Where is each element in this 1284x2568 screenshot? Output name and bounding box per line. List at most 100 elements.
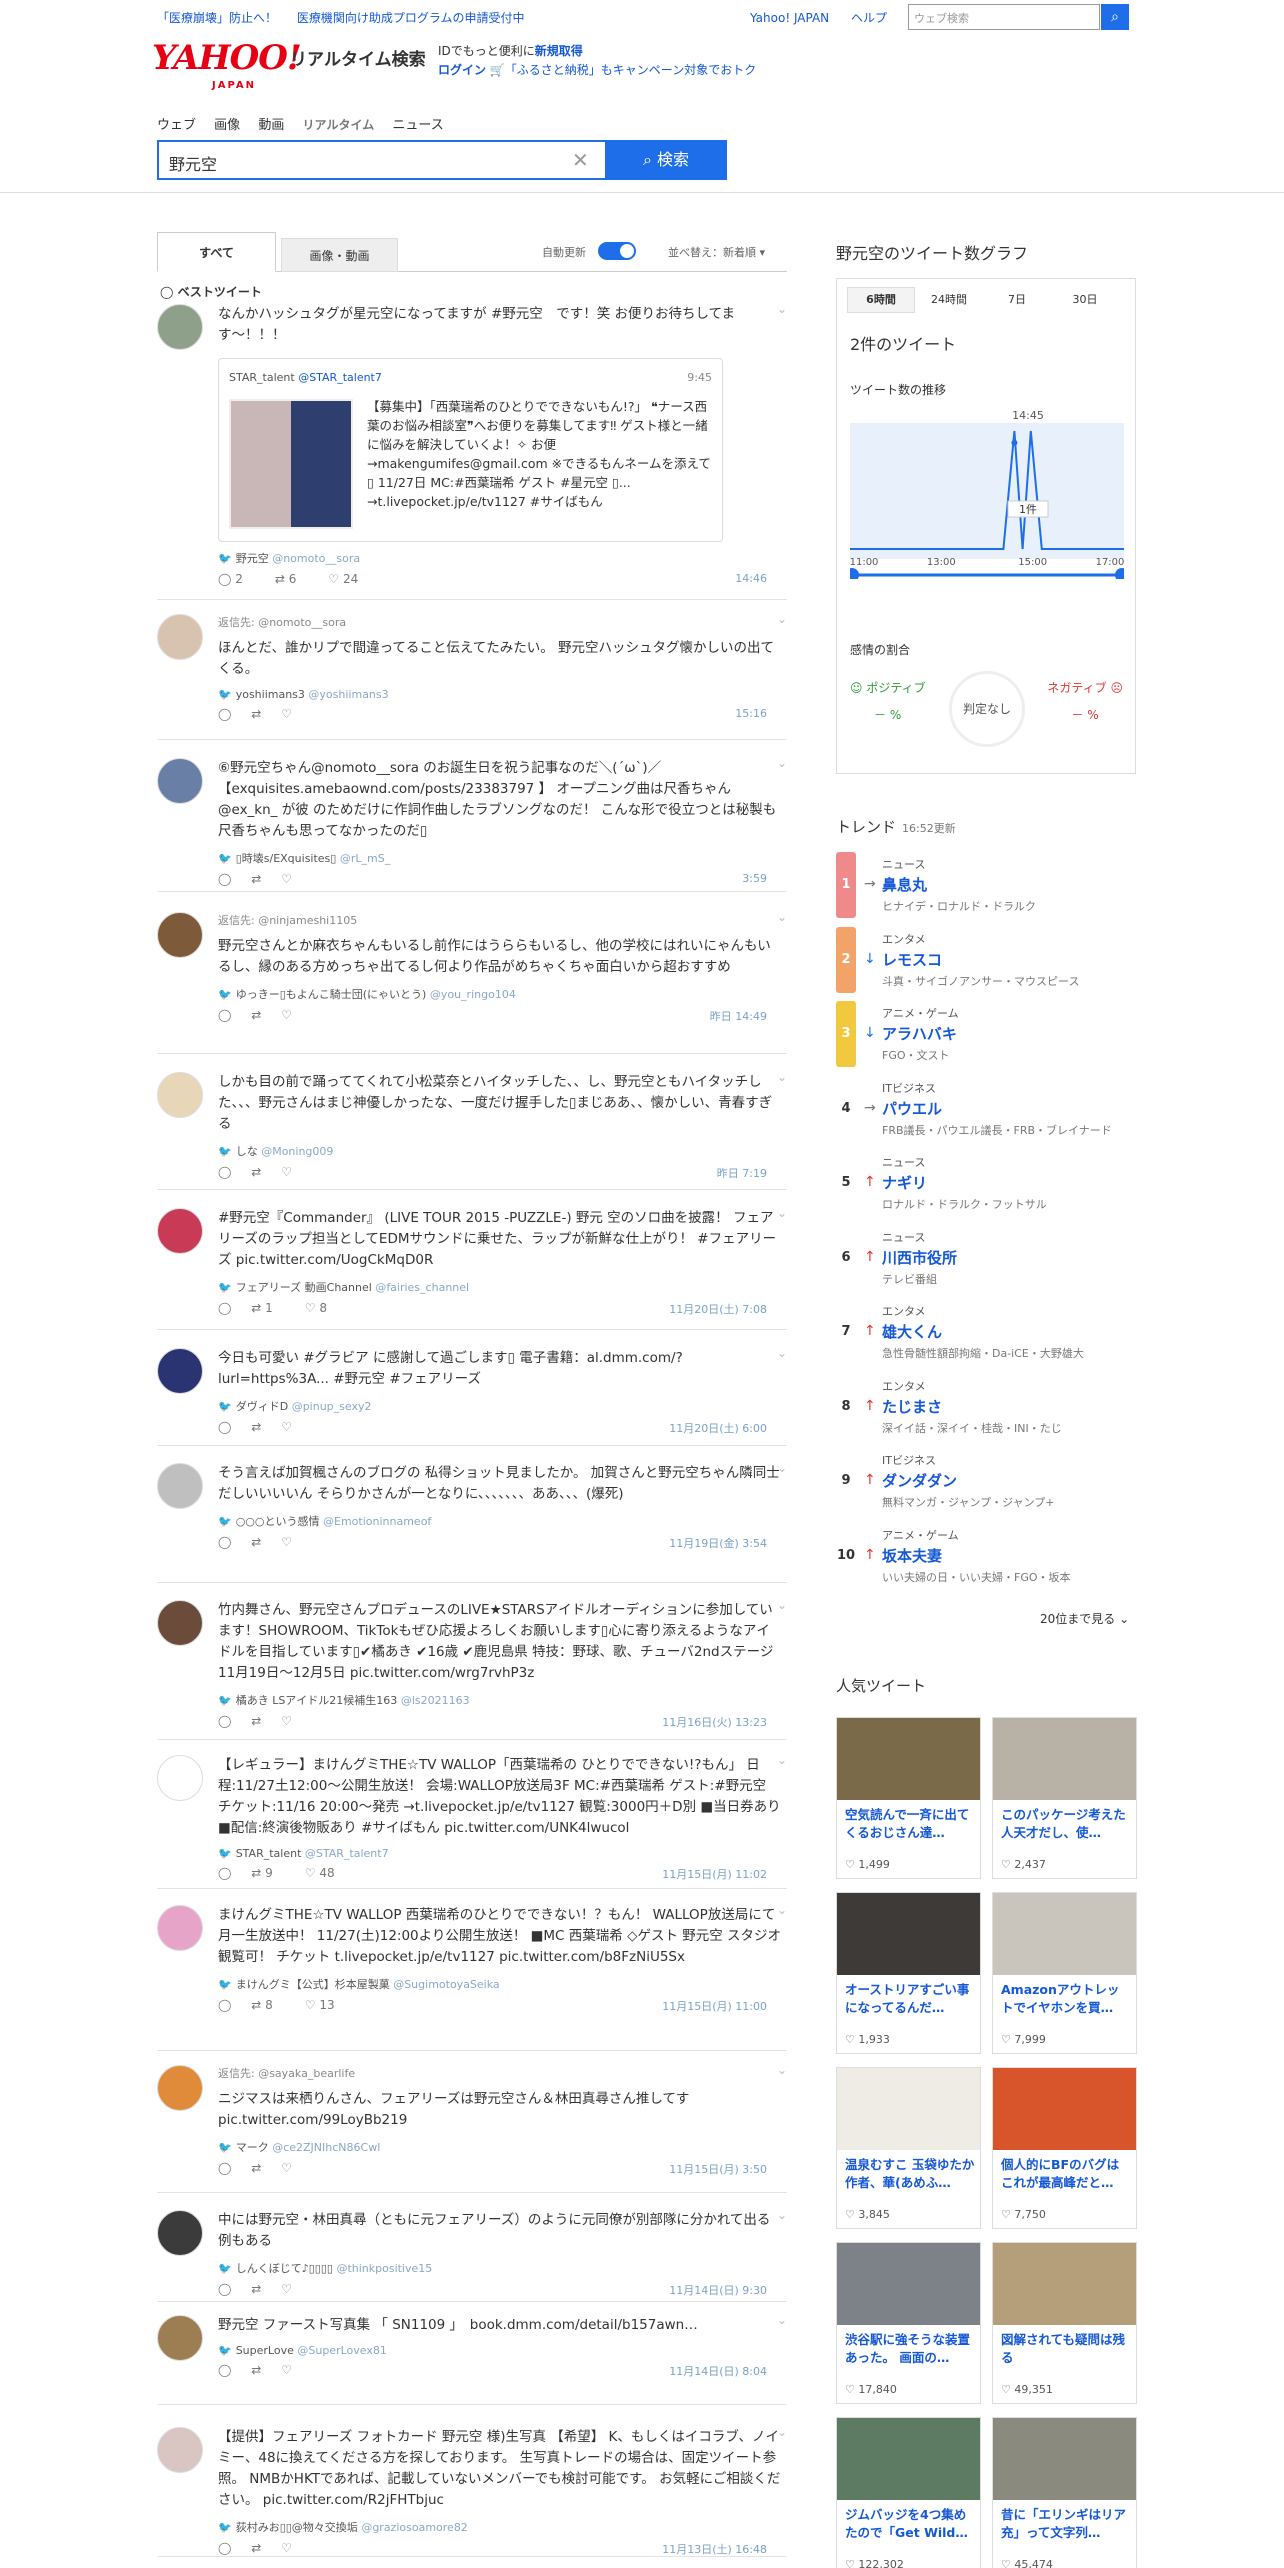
user-handle[interactable]: @ls2021163 [401, 1694, 470, 1707]
register-link[interactable]: 新規取得 [535, 44, 583, 58]
reply-icon[interactable]: ◯ [218, 872, 235, 886]
tweet-time[interactable]: 15:16 [735, 707, 767, 720]
chevron-down-icon[interactable]: ⌄ [777, 1598, 787, 1612]
retweet-icon[interactable]: ⇄ 9 [251, 1866, 289, 1880]
user-handle[interactable]: @thinkpositive15 [336, 2262, 432, 2275]
user-handle[interactable]: @SuperLovex81 [297, 2344, 386, 2357]
like-icon[interactable]: ♡ 24 [328, 572, 374, 586]
popular-card[interactable]: 個人的にBFのバグはこれが最高峰だと… ♡ 7,750 [992, 2067, 1137, 2229]
like-icon[interactable]: ♡ [281, 707, 292, 721]
login-link[interactable]: ログイン [438, 63, 486, 77]
avatar[interactable] [157, 2065, 203, 2111]
user-handle[interactable]: @graziosoamore82 [361, 2521, 468, 2534]
like-icon[interactable]: ♡ [281, 2363, 292, 2377]
chevron-down-icon[interactable]: ⌄ [777, 2313, 787, 2327]
trend-keyword[interactable]: ナギリ [882, 1172, 927, 1193]
trend-item[interactable]: 4 ITビジネス → パウエル FRB議長・パウエル議長・FRB・ブレイナード [836, 1076, 1136, 1150]
retweet-icon[interactable]: ⇄ 1 [251, 1301, 289, 1315]
popular-card[interactable]: ジムバッジを4つ集めたので「Get Wild… ♡ 122,302 [836, 2417, 981, 2568]
reply-icon[interactable]: ◯ [218, 2161, 235, 2175]
more-trends-link[interactable]: 20位まで見る ⌄ [1040, 1610, 1129, 1627]
popular-card[interactable]: Amazonアウトレットでイヤホンを買… ♡ 7,999 [992, 1892, 1137, 2054]
yahoo-logo[interactable]: YAHOO! JAPAN [152, 40, 302, 104]
trend-keyword[interactable]: アラハバキ [882, 1023, 957, 1044]
chevron-down-icon[interactable]: ⌄ [777, 1206, 787, 1220]
tab-30d[interactable]: 30日 [1051, 288, 1119, 312]
tab-media[interactable]: 画像・動画 [281, 238, 398, 272]
chevron-down-icon[interactable]: ⌄ [777, 1346, 787, 1360]
nav-image[interactable]: 画像 [214, 118, 240, 133]
popular-text[interactable]: 渋谷駅に強そうな装置あった。 画面の… [845, 2331, 975, 2367]
user-handle[interactable]: @STAR_talent7 [305, 1847, 389, 1860]
trend-keyword[interactable]: 川西市役所 [882, 1247, 957, 1268]
trend-item[interactable]: 3 アニメ・ゲーム ↓ アラハバキ FGO・文スト [836, 1001, 1136, 1075]
avatar[interactable] [157, 912, 203, 958]
trend-keyword[interactable]: 雄大くん [882, 1321, 942, 1342]
yahoo-japan-link[interactable]: Yahoo! JAPAN [750, 11, 829, 25]
reply-icon[interactable]: ◯ [218, 1714, 235, 1728]
avatar[interactable] [157, 2210, 203, 2256]
retweet-icon[interactable]: ⇄ [251, 2541, 265, 2555]
popular-card[interactable]: 渋谷駅に強そうな装置あった。 画面の… ♡ 17,840 [836, 2242, 981, 2404]
like-icon[interactable]: ♡ [281, 1714, 292, 1728]
user-handle[interactable]: @nomoto__sora [272, 552, 360, 565]
retweet-icon[interactable]: ⇄ [251, 1714, 265, 1728]
tweet-time[interactable]: 11月16日(火) 13:23 [662, 1714, 767, 1730]
user-name[interactable]: ○○○という感情 [236, 1515, 320, 1528]
popular-text[interactable]: 個人的にBFのバグはこれが最高峰だと… [1001, 2156, 1131, 2192]
popular-text[interactable]: このパッケージ考えた人天才だし、使… [1001, 1806, 1131, 1842]
user-name[interactable]: まけんグミ【公式】杉本屋製菓 [236, 1978, 390, 1991]
user-name[interactable]: ▯時壊s/EXquisites▯ [236, 852, 337, 865]
like-icon[interactable]: ♡ [281, 1008, 292, 1022]
like-icon[interactable]: ♡ [281, 1420, 292, 1434]
retweet-icon[interactable]: ⇄ [251, 1535, 265, 1549]
chevron-down-icon[interactable]: ⌄ [777, 2425, 787, 2439]
like-icon[interactable]: ♡ [281, 1165, 292, 1179]
quoted-image[interactable] [229, 399, 353, 529]
popular-text[interactable]: 空気読んで一斉に出てくるおじさん達… [845, 1806, 975, 1842]
popular-image[interactable] [993, 1718, 1136, 1800]
user-name[interactable]: しんくぼじて♪▯▯▯▯ [236, 2262, 333, 2275]
avatar[interactable] [157, 1600, 203, 1646]
search-input[interactable]: 野元空 [157, 140, 606, 180]
nav-realtime[interactable]: リアルタイム [302, 118, 374, 132]
reply-to[interactable]: 返信先: @sayaka_bearlife [218, 2065, 783, 2081]
popular-card[interactable]: このパッケージ考えた人天才だし、使… ♡ 2,437 [992, 1717, 1137, 1879]
sort-dropdown[interactable]: 並べ替え：新着順 ▾ [668, 244, 765, 260]
popular-text[interactable]: オーストリアすごい事になってるんだ… [845, 1981, 975, 2017]
reply-icon[interactable]: ◯ [218, 1008, 235, 1022]
chevron-down-icon[interactable]: ⌄ [777, 302, 787, 316]
retweet-icon[interactable]: ⇄ [251, 2282, 265, 2296]
chevron-down-icon[interactable]: ⌄ [777, 910, 787, 924]
reply-icon[interactable]: ◯ [218, 2363, 235, 2377]
user-name[interactable]: 野元空 [236, 552, 269, 565]
quoted-tweet[interactable]: STAR_talent @STAR_talent7 9:45 【募集中】「西葉瑞希の… [218, 358, 723, 542]
user-name[interactable]: しな [236, 1145, 258, 1158]
avatar[interactable] [157, 1755, 203, 1801]
trend-keyword[interactable]: レモスコ [882, 949, 942, 970]
retweet-icon[interactable]: ⇄ [251, 1165, 265, 1179]
user-handle[interactable]: @SugimotoyaSeika [393, 1978, 499, 1991]
popular-card[interactable]: 昔に「エリンギはリア充」って文字列… ♡ 45,474 [992, 2417, 1137, 2568]
chevron-down-icon[interactable]: ⌄ [777, 1753, 787, 1767]
reply-icon[interactable]: ◯ [218, 1420, 235, 1434]
tweet-time[interactable]: 11月20日(土) 7:08 [669, 1301, 767, 1317]
retweet-icon[interactable]: ⇄ [251, 2161, 265, 2175]
avatar[interactable] [157, 1905, 203, 1951]
user-handle[interactable]: @pinup_sexy2 [292, 1400, 372, 1413]
reply-to[interactable]: 返信先: @nomoto__sora [218, 614, 783, 630]
tweet-time[interactable]: 3:59 [742, 872, 767, 885]
trend-item[interactable]: 9 ITビジネス ↑ ダンダダン 無料マンガ・ジャンプ・ジャンプ+ [836, 1448, 1136, 1522]
avatar[interactable] [157, 1072, 203, 1118]
popular-text[interactable]: ジムバッジを4つ集めたので「Get Wild… [845, 2506, 975, 2542]
reply-icon[interactable]: ◯ [218, 1165, 235, 1179]
chevron-down-icon[interactable]: ⌄ [777, 1070, 787, 1084]
nav-news[interactable]: ニュース [392, 118, 443, 133]
trend-keyword[interactable]: ダンダダン [882, 1470, 957, 1491]
reply-icon[interactable]: ◯ [218, 1301, 235, 1315]
chevron-down-icon[interactable]: ⌄ [777, 612, 787, 626]
tweet-time[interactable]: 11月20日(土) 6:00 [669, 1420, 767, 1436]
avatar[interactable] [157, 2427, 203, 2473]
tweet-time[interactable]: 11月14日(日) 9:30 [669, 2282, 767, 2298]
tweet-time[interactable]: 11月15日(月) 11:00 [662, 1998, 767, 2014]
